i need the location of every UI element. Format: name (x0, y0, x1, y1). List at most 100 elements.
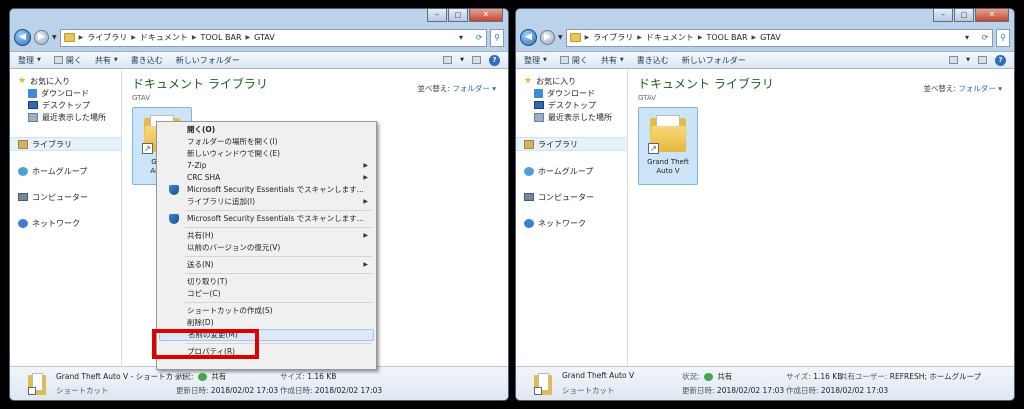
explorer-window-right: – □ ✕ ◀ ▶ ▼ ▶ ライブラリ ▶ ドキュメント ▶ TOOL BAR … (515, 8, 1015, 401)
breadcrumb-gtav[interactable]: GTAV (760, 33, 781, 42)
recent-pages-dropdown-icon[interactable]: ▼ (52, 34, 57, 41)
shared-icon (703, 373, 713, 381)
chevron-right-icon[interactable]: ▶ (192, 34, 197, 41)
chevron-right-icon[interactable]: ▶ (637, 34, 642, 41)
new-folder-button[interactable]: 新しいフォルダー (682, 55, 746, 66)
menu-item-send-to[interactable]: 送る(N) ▶ (159, 259, 374, 271)
recent-pages-dropdown-icon[interactable]: ▼ (558, 34, 563, 41)
menu-item-add-to-library[interactable]: ライブラリに追加(I) ▶ (159, 196, 374, 208)
search-button[interactable]: ⚲ (996, 28, 1010, 47)
menu-item-delete[interactable]: 削除(D) (159, 317, 374, 329)
open-button[interactable]: 開く (53, 55, 82, 66)
menu-item-open[interactable]: 開く(O) (159, 124, 374, 136)
menu-item-7zip[interactable]: 7-Zip ▶ (159, 160, 374, 172)
share-button[interactable]: 共有 ▼ (601, 55, 624, 66)
maximize-button[interactable]: □ (448, 9, 468, 22)
view-options-icon[interactable] (443, 56, 453, 64)
nav-item-network[interactable]: ネットワーク (516, 217, 627, 229)
tile-label-line: Grand Theft (647, 158, 689, 166)
help-icon[interactable]: ? (995, 54, 1006, 66)
details-pane: Grand Theft Auto V ショートカット 状況: 共有 更新日時: … (516, 366, 1014, 400)
nav-item-desktop[interactable]: デスクトップ (516, 99, 627, 111)
menu-item-open-folder-location[interactable]: フォルダーの場所を開く(I) (159, 136, 374, 148)
nav-item-libraries[interactable]: ライブラリ (10, 137, 121, 151)
chevron-right-icon[interactable]: ▶ (752, 34, 757, 41)
breadcrumb-libraries[interactable]: ライブラリ (593, 32, 633, 43)
menu-item-mse-scan[interactable]: Microsoft Security Essentials でスキャンします..… (159, 184, 374, 196)
caret-down-icon[interactable]: ▼ (460, 57, 464, 63)
nav-item-computer[interactable]: コンピューター (10, 191, 121, 203)
close-button[interactable]: ✕ (469, 9, 503, 22)
breadcrumb-documents[interactable]: ドキュメント (140, 32, 188, 43)
menu-item-label: 7-Zip (187, 161, 207, 170)
help-icon[interactable]: ? (489, 54, 500, 66)
menu-item-cut[interactable]: 切り取り(T) (159, 276, 374, 288)
menu-item-crc-sha[interactable]: CRC SHA ▶ (159, 172, 374, 184)
burn-button[interactable]: 書き込む (131, 55, 163, 66)
share-button[interactable]: 共有 ▼ (95, 55, 118, 66)
minimize-button[interactable]: – (427, 9, 447, 22)
minimize-button[interactable]: – (933, 9, 953, 22)
arrange-dropdown[interactable]: フォルダー ▾ (452, 84, 496, 93)
breadcrumb-toolbar[interactable]: TOOL BAR (201, 33, 242, 42)
breadcrumb-toolbar[interactable]: TOOL BAR (707, 33, 748, 42)
nav-item-desktop[interactable]: デスクトップ (10, 99, 121, 111)
nav-item-homegroup[interactable]: ホームグループ (516, 165, 627, 177)
nav-group-favorites: ★ お気に入り ダウンロード デスクトップ 最近表示した場所 (10, 75, 121, 123)
nav-item-downloads[interactable]: ダウンロード (10, 87, 121, 99)
library-icon (18, 139, 28, 149)
nav-item-recent[interactable]: 最近表示した場所 (10, 111, 121, 123)
caret-down-icon[interactable]: ▼ (966, 57, 970, 63)
organize-button[interactable]: 整理 ▼ (18, 55, 41, 66)
organize-button[interactable]: 整理 ▼ (524, 55, 547, 66)
menu-item-open-new-window[interactable]: 新しいウィンドウで開く(E) (159, 148, 374, 160)
nav-item-computer[interactable]: コンピューター (516, 191, 627, 203)
nav-item-homegroup[interactable]: ホームグループ (10, 165, 121, 177)
menu-item-copy[interactable]: コピー(C) (159, 288, 374, 300)
close-button[interactable]: ✕ (975, 9, 1009, 22)
maximize-button[interactable]: □ (954, 9, 974, 22)
nav-item-libraries[interactable]: ライブラリ (516, 137, 627, 151)
refresh-icon[interactable]: ⟳ (978, 33, 992, 42)
search-button[interactable]: ⚲ (490, 28, 504, 47)
chevron-right-icon[interactable]: ▶ (79, 34, 84, 41)
breadcrumb-documents[interactable]: ドキュメント (646, 32, 694, 43)
back-button[interactable]: ◀ (520, 29, 537, 46)
new-folder-button[interactable]: 新しいフォルダー (176, 55, 240, 66)
nav-item-recent[interactable]: 最近表示した場所 (516, 111, 627, 123)
nav-item-downloads[interactable]: ダウンロード (516, 87, 627, 99)
chevron-right-icon[interactable]: ▶ (698, 34, 703, 41)
forward-button[interactable]: ▶ (34, 30, 49, 45)
forward-button[interactable]: ▶ (540, 30, 555, 45)
address-bar[interactable]: ▶ ライブラリ ▶ ドキュメント ▶ TOOL BAR ▶ GTAV ▾ ⟳ (565, 28, 993, 47)
view-options-icon[interactable] (949, 56, 959, 64)
arrange-dropdown[interactable]: フォルダー ▾ (958, 84, 1002, 93)
address-bar[interactable]: ▶ ライブラリ ▶ ドキュメント ▶ TOOL BAR ▶ GTAV ▾ ⟳ (59, 28, 487, 47)
renamed-folder-tile[interactable]: ↗ Grand Theft Auto V (638, 107, 698, 185)
breadcrumb-libraries[interactable]: ライブラリ (87, 32, 127, 43)
back-button[interactable]: ◀ (14, 29, 31, 46)
chevron-right-icon[interactable]: ▶ (131, 34, 136, 41)
address-dropdown-icon[interactable]: ▾ (960, 33, 974, 42)
menu-item-share[interactable]: 共有(H) ▶ (159, 230, 374, 242)
open-button[interactable]: 開く (559, 55, 588, 66)
menu-item-mse-scan-2[interactable]: Microsoft Security Essentials でスキャンします..… (159, 213, 374, 225)
burn-button[interactable]: 書き込む (637, 55, 669, 66)
nav-item-favorites[interactable]: ★ お気に入り (10, 75, 121, 87)
chevron-right-icon[interactable]: ▶ (246, 34, 251, 41)
chevron-right-icon[interactable]: ▶ (585, 34, 590, 41)
nav-label: デスクトップ (42, 100, 90, 110)
preview-pane-icon[interactable] (978, 56, 987, 64)
nav-item-network[interactable]: ネットワーク (10, 217, 121, 229)
burn-label: 書き込む (130, 55, 163, 65)
menu-item-create-shortcut[interactable]: ショートカットの作成(S) (159, 305, 374, 317)
breadcrumb-gtav[interactable]: GTAV (254, 33, 275, 42)
address-dropdown-icon[interactable]: ▾ (454, 33, 468, 42)
nav-item-favorites[interactable]: ★ お気に入り (516, 75, 627, 87)
arrange-by: 並べ替え: フォルダー ▾ (923, 83, 1002, 94)
preview-pane-icon[interactable] (472, 56, 481, 64)
menu-item-restore-previous[interactable]: 以前のバージョンの復元(V) (159, 242, 374, 254)
nav-label: コンピューター (32, 192, 88, 202)
refresh-icon[interactable]: ⟳ (472, 33, 486, 42)
menu-item-label: Microsoft Security Essentials でスキャンします..… (187, 185, 364, 194)
